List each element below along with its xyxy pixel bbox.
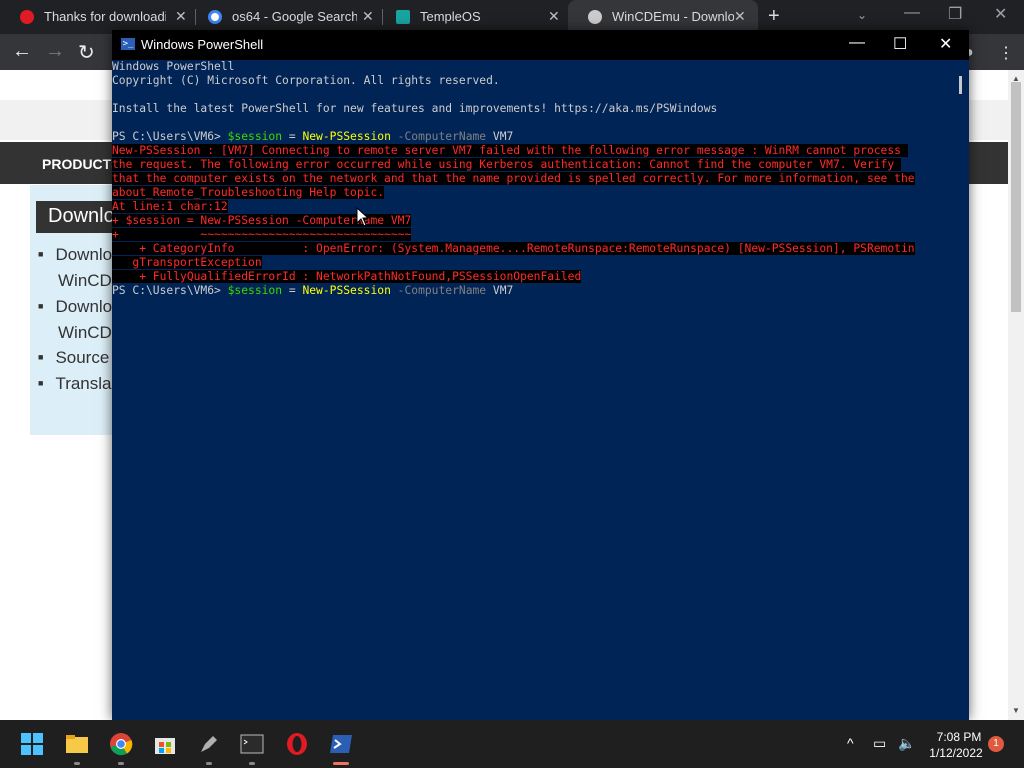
error-line: New-PSSession : [VM7] Connecting to remo… bbox=[112, 144, 908, 157]
command-line: PS C:\Users\VM6> $session = New-PSSessio… bbox=[112, 284, 513, 298]
powershell-icon[interactable] bbox=[329, 732, 353, 756]
file-explorer-icon[interactable] bbox=[65, 732, 89, 756]
google-icon bbox=[208, 10, 222, 24]
network-icon[interactable]: ▭ bbox=[873, 735, 886, 752]
scroll-down-arrow[interactable]: ▼ bbox=[1012, 706, 1020, 715]
reload-button[interactable]: ↻ bbox=[78, 40, 95, 65]
tab-close-icon[interactable]: ✕ bbox=[362, 8, 374, 25]
tab-wincdemu-download[interactable]: WinCDEmu - Downloa ✕ bbox=[568, 0, 758, 34]
prompt: PS C:\Users\VM6> bbox=[112, 284, 228, 297]
back-button[interactable]: ← bbox=[12, 40, 32, 63]
error-line: the request. The following error occurre… bbox=[112, 158, 901, 171]
ps-close-button[interactable]: ✕ bbox=[939, 34, 952, 54]
taskbar-running-indicator bbox=[118, 762, 124, 765]
forward-button[interactable]: → bbox=[45, 40, 65, 63]
nav-products-link[interactable]: PRODUCTS bbox=[42, 156, 121, 172]
argument: VM7 bbox=[486, 284, 514, 297]
new-tab-button[interactable]: + bbox=[768, 5, 780, 28]
notification-badge[interactable]: 1 bbox=[988, 736, 1004, 752]
ps-maximize-button[interactable]: ☐ bbox=[893, 34, 907, 54]
taskbar bbox=[0, 720, 1024, 768]
mouse-pointer-icon bbox=[356, 207, 370, 227]
cmdlet: New-PSSession bbox=[302, 284, 391, 297]
error-line: that the computer exists on the network … bbox=[112, 172, 915, 185]
powershell-icon: >_ bbox=[121, 38, 135, 50]
chrome-icon[interactable] bbox=[109, 732, 133, 756]
error-line: + ~~~~~~~~~~~~~~~~~~~~~~~~~~~~~~~ bbox=[112, 228, 412, 241]
tab-close-icon[interactable]: ✕ bbox=[734, 8, 746, 25]
tab-thanks-for-downloading[interactable]: Thanks for downloadin ✕ bbox=[0, 0, 195, 34]
terminal-icon[interactable] bbox=[240, 732, 264, 756]
console-scrollbar[interactable] bbox=[952, 60, 969, 720]
taskbar-active-indicator bbox=[333, 762, 349, 765]
scroll-up-arrow[interactable]: ▲ bbox=[1012, 74, 1020, 83]
windows-start-icon[interactable] bbox=[20, 732, 44, 756]
gear-icon bbox=[588, 10, 602, 24]
clock-date[interactable]: 1/12/2022 bbox=[924, 746, 988, 760]
tab-title: WinCDEmu - Downloa bbox=[612, 9, 734, 24]
powershell-titlebar[interactable]: >_ Windows PowerShell — ☐ ✕ bbox=[112, 30, 969, 60]
console-line: Windows PowerShell bbox=[112, 60, 235, 73]
cmdlet: New-PSSession bbox=[302, 130, 391, 143]
tab-templeos[interactable]: TempleOS ✕ bbox=[376, 0, 571, 34]
parameter: -ComputerName bbox=[390, 130, 487, 143]
console-output[interactable]: Windows PowerShell Copyright (C) Microso… bbox=[112, 60, 952, 720]
taskbar-running-indicator bbox=[206, 762, 212, 765]
tab-search-icon[interactable]: ⌄ bbox=[857, 8, 867, 22]
error-line: + FullyQualifiedErrorId : NetworkPathNot… bbox=[112, 270, 582, 283]
menu-icon[interactable]: ⋮ bbox=[998, 43, 1014, 63]
parameter: -ComputerName bbox=[390, 284, 487, 297]
console-line: Copyright (C) Microsoft Corporation. All… bbox=[112, 74, 500, 87]
tab-google-search[interactable]: os64 - Google Search ✕ bbox=[188, 0, 383, 34]
tab-close-icon[interactable]: ✕ bbox=[175, 8, 187, 25]
taskbar-running-indicator bbox=[249, 762, 255, 765]
tab-close-icon[interactable]: ✕ bbox=[548, 8, 560, 25]
tab-title: os64 - Google Search bbox=[232, 9, 357, 24]
ps-minimize-button[interactable]: — bbox=[849, 34, 865, 52]
operator: = bbox=[282, 284, 303, 297]
list-item[interactable]: Source bbox=[38, 348, 109, 368]
console-line: Install the latest PowerShell for new fe… bbox=[112, 102, 718, 115]
page-scroll-thumb[interactable] bbox=[1011, 82, 1021, 312]
clock-time[interactable]: 7:08 PM bbox=[934, 730, 984, 744]
volume-icon[interactable]: 🔈 bbox=[898, 735, 915, 752]
console-scroll-thumb[interactable] bbox=[959, 76, 962, 94]
tab-title: Thanks for downloadin bbox=[44, 9, 166, 24]
pen-tool-icon[interactable] bbox=[197, 732, 221, 756]
browser-minimize-button[interactable]: — bbox=[904, 4, 920, 22]
list-item[interactable]: Downlo bbox=[38, 297, 112, 317]
page-scrollbar[interactable] bbox=[1008, 70, 1024, 720]
list-item[interactable]: Transla bbox=[38, 374, 111, 394]
powershell-window[interactable]: >_ Windows PowerShell — ☐ ✕ Windows Powe… bbox=[112, 30, 969, 720]
argument: VM7 bbox=[486, 130, 514, 143]
window-title: Windows PowerShell bbox=[141, 37, 264, 52]
microsoft-store-icon[interactable] bbox=[153, 732, 177, 756]
opera-icon bbox=[20, 10, 34, 24]
error-line: + CategoryInfo : OpenError: (System.Mana… bbox=[112, 242, 915, 255]
browser-restore-button[interactable]: ❐ bbox=[948, 4, 962, 24]
browser-tab-bar: Thanks for downloadin ✕ os64 - Google Se… bbox=[0, 0, 1024, 34]
error-line: At line:1 char:12 bbox=[112, 200, 228, 213]
variable: $session bbox=[227, 130, 283, 143]
command-line: PS C:\Users\VM6> $session = New-PSSessio… bbox=[112, 130, 513, 144]
operator: = bbox=[282, 130, 303, 143]
list-item[interactable]: Downlo bbox=[38, 245, 112, 265]
error-line: about_Remote_Troubleshooting Help topic. bbox=[112, 186, 385, 199]
browser-close-button[interactable]: ✕ bbox=[994, 4, 1007, 24]
opera-icon[interactable] bbox=[285, 732, 309, 756]
error-line: gTransportException bbox=[112, 256, 262, 269]
prompt: PS C:\Users\VM6> bbox=[112, 130, 228, 143]
show-hidden-icons-chevron[interactable]: ^ bbox=[847, 735, 854, 751]
tab-title: TempleOS bbox=[420, 9, 481, 24]
variable: $session bbox=[227, 284, 283, 297]
templeos-icon bbox=[396, 10, 410, 24]
taskbar-running-indicator bbox=[74, 762, 80, 765]
